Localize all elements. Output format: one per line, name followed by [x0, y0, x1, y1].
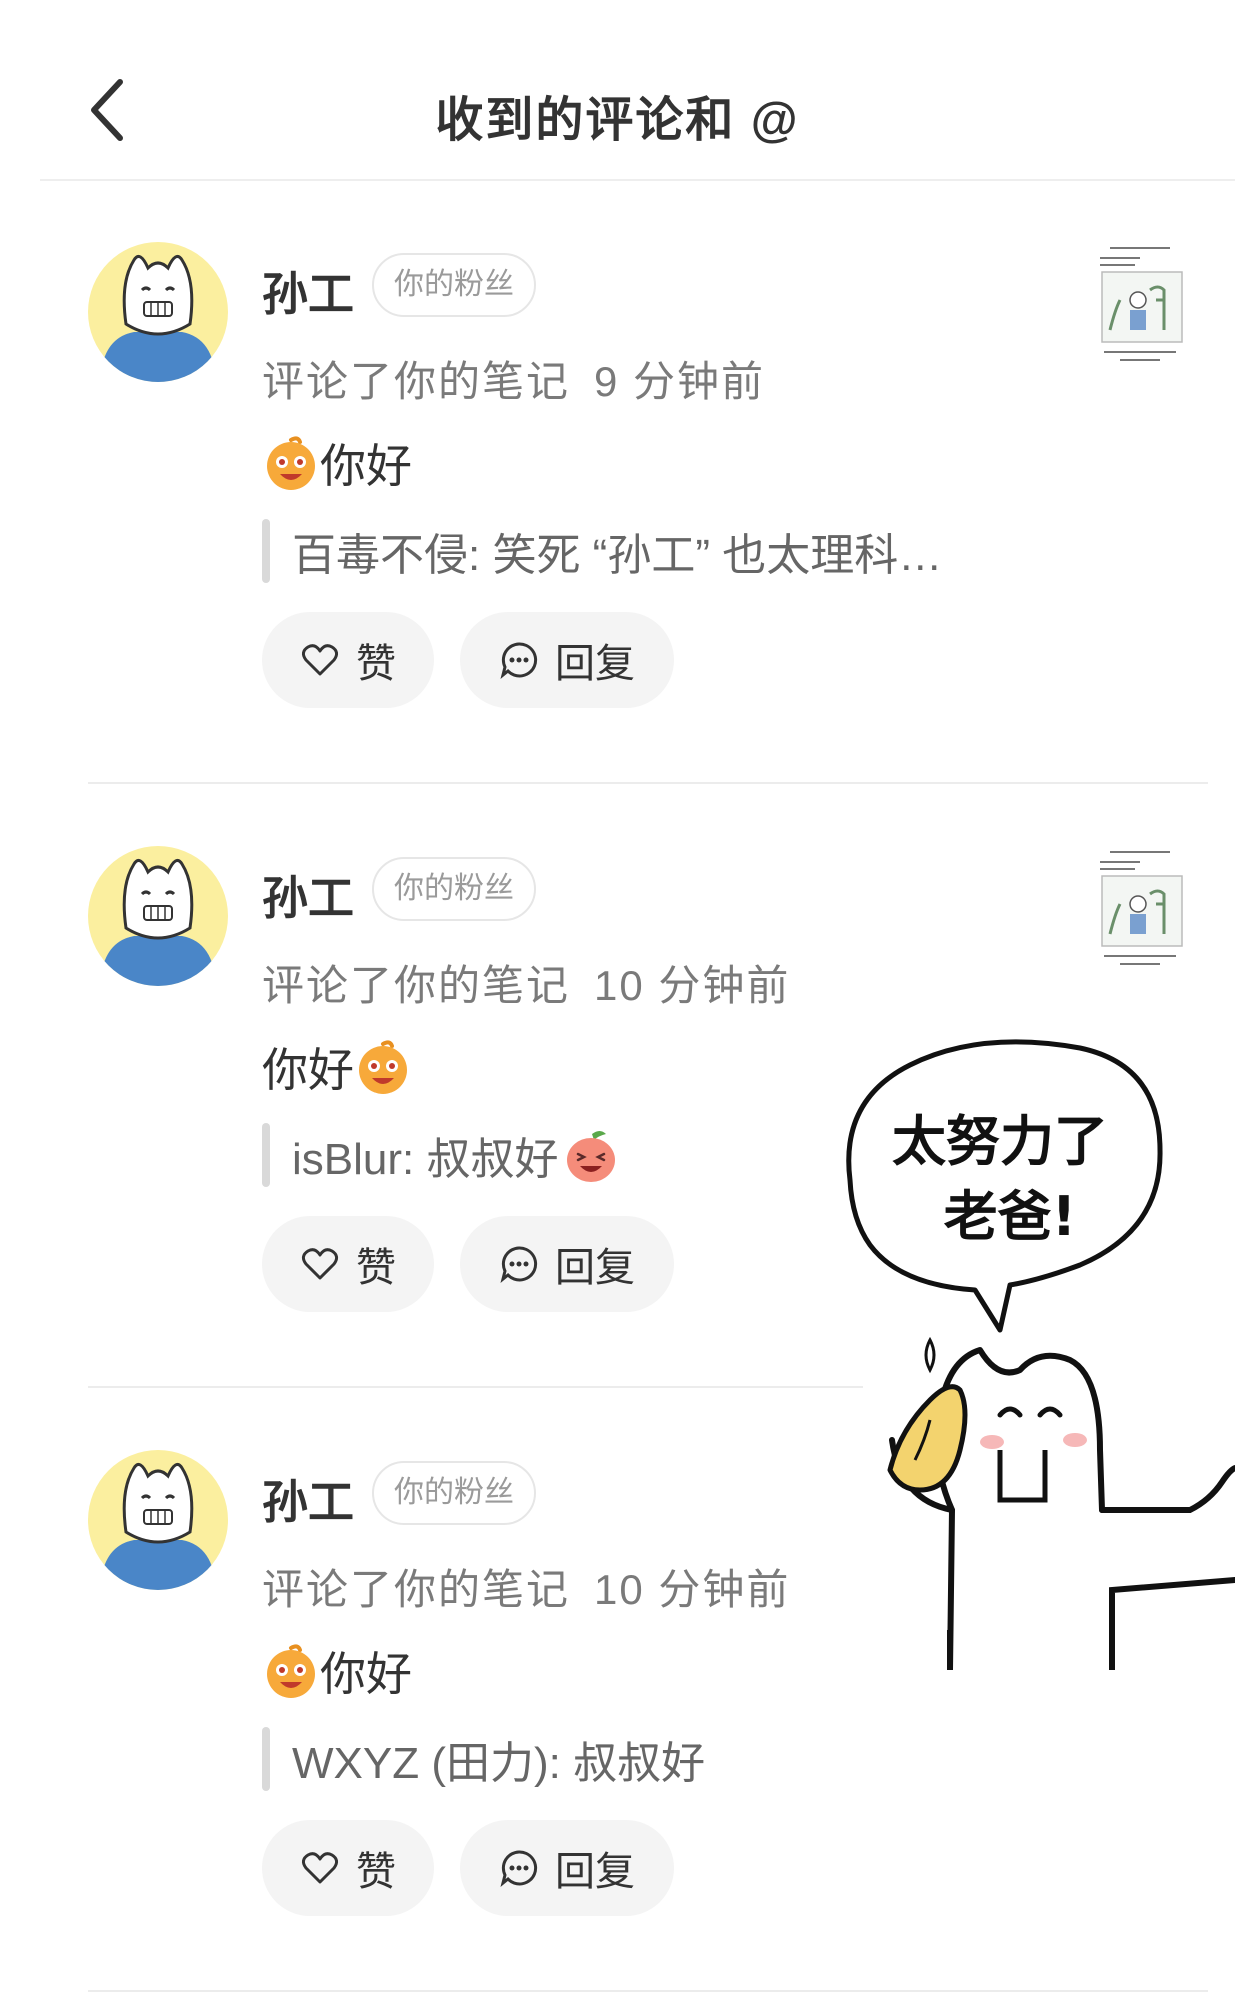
reply-button[interactable]: 回复 [460, 612, 674, 708]
item-divider [88, 1990, 1208, 1992]
comment-item: 孙工 你的粉丝 评论了你的笔记 9 分钟前 你好 百毒不侵: 笑死 “孙工” 也太… [0, 180, 1235, 784]
chat-bubble-icon [499, 1244, 539, 1284]
like-label: 赞 [356, 1246, 396, 1290]
quote-text: 百毒不侵: 笑死 “孙工” 也太理科… [292, 531, 943, 580]
user-name[interactable]: 孙工 [262, 862, 354, 928]
comment-meta: 评论了你的笔记 10 分钟前 [262, 952, 790, 1013]
laughing-face-icon [262, 1642, 320, 1700]
note-thumbnail[interactable] [1090, 230, 1190, 380]
comment-text: 你好 [262, 1044, 354, 1096]
laughing-face-icon [354, 1038, 412, 1096]
speech-line-1: 太努力了 [892, 1110, 1108, 1173]
reply-button[interactable]: 回复 [460, 1820, 674, 1916]
comment-text: 你好 [320, 1648, 412, 1700]
reply-label: 回复 [555, 1246, 635, 1290]
like-label: 赞 [356, 642, 396, 686]
avatar[interactable] [88, 1450, 228, 1590]
like-label: 赞 [356, 1850, 396, 1894]
laughing-face-icon [262, 434, 320, 492]
comment-text: 你好 [320, 440, 412, 492]
fan-badge: 你的粉丝 [372, 857, 536, 921]
page-title: 收到的评论和 @ [435, 94, 800, 147]
heart-icon [300, 640, 340, 680]
comment-meta: 评论了你的笔记 10 分钟前 [262, 1556, 790, 1617]
user-name[interactable]: 孙工 [262, 1466, 354, 1532]
user-name[interactable]: 孙工 [262, 258, 354, 324]
avatar[interactable] [88, 846, 228, 986]
comment-meta: 评论了你的笔记 9 分钟前 [262, 348, 765, 409]
heart-icon [300, 1848, 340, 1888]
action-text: 评论了你的笔记 [262, 1566, 571, 1613]
quote-bar [262, 1727, 270, 1791]
quote-bar [262, 1123, 270, 1187]
timestamp: 9 分钟前 [594, 358, 766, 405]
quoted-reply: WXYZ (田力): 叔叔好 [262, 1726, 705, 1792]
action-text: 评论了你的笔记 [262, 358, 571, 405]
avatar[interactable] [88, 242, 228, 382]
quote-text: isBlur: 叔叔好 [292, 1135, 559, 1184]
like-button[interactable]: 赞 [262, 1820, 434, 1916]
reply-label: 回复 [555, 1850, 635, 1894]
comment-content: 你好 [262, 1034, 412, 1100]
note-thumbnail[interactable] [1090, 834, 1190, 984]
action-text: 评论了你的笔记 [262, 962, 571, 1009]
timestamp: 10 分钟前 [594, 1566, 791, 1613]
reply-label: 回复 [555, 642, 635, 686]
quoted-reply: 百毒不侵: 笑死 “孙工” 也太理科… [262, 518, 942, 584]
quote-text: WXYZ (田力): 叔叔好 [292, 1739, 706, 1788]
comment-content: 你好 [262, 1638, 412, 1704]
speech-line-2: 老爸! [944, 1185, 1077, 1248]
quoted-reply: isBlur: 叔叔好 [262, 1122, 620, 1188]
comment-content: 你好 [262, 430, 412, 496]
timestamp: 10 分钟前 [594, 962, 791, 1009]
quote-bar [262, 519, 270, 583]
chat-bubble-icon [499, 640, 539, 680]
chat-bubble-icon [499, 1848, 539, 1888]
reply-button[interactable]: 回复 [460, 1216, 674, 1312]
like-button[interactable]: 赞 [262, 1216, 434, 1312]
like-button[interactable]: 赞 [262, 612, 434, 708]
fan-badge: 你的粉丝 [372, 253, 536, 317]
grinning-peach-icon [562, 1126, 620, 1184]
fan-badge: 你的粉丝 [372, 1461, 536, 1525]
cheering-doodle: 太努力了 老爸! [846, 1039, 1235, 1670]
heart-icon [300, 1244, 340, 1284]
top-bar: 收到的评论和 @ [0, 0, 1235, 181]
